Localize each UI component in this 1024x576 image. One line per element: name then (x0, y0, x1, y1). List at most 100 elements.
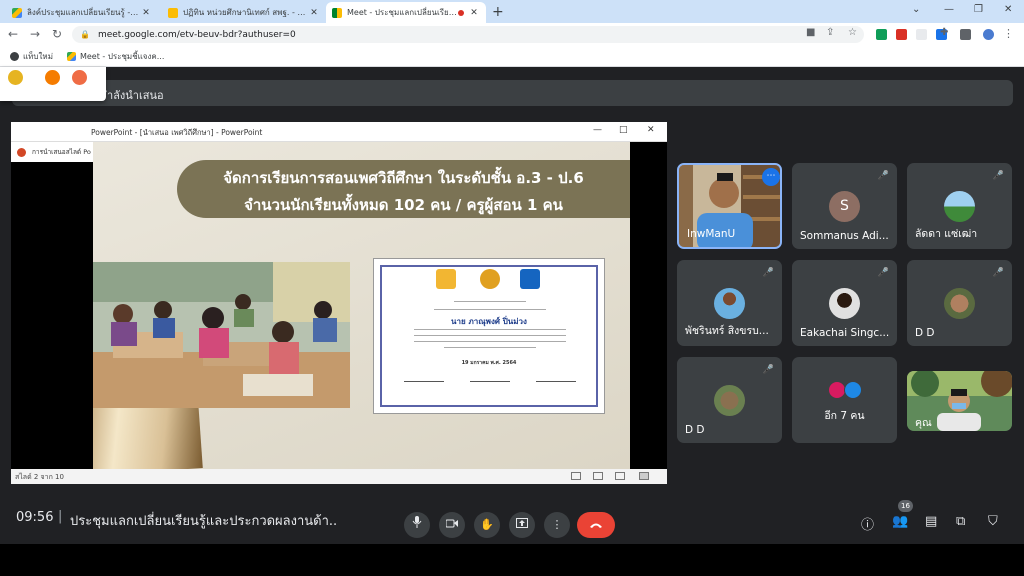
close-icon[interactable]: ✕ (647, 125, 655, 135)
maximize-icon[interactable]: □ (619, 125, 628, 135)
info-icon[interactable]: ⓘ (861, 514, 874, 533)
mic-off-icon: 🎤 (877, 171, 889, 181)
tab-calendar[interactable]: ปฏิทิน หน่วยศึกษานิเทศก์ สพฐ. - แผ่น ✕ (162, 2, 326, 23)
classroom-photo (93, 262, 350, 408)
minimize-icon[interactable]: — (944, 4, 954, 15)
minimize-icon[interactable]: — (593, 125, 602, 135)
participant-tile[interactable]: 🎤 D D (677, 357, 782, 443)
tab-search-icon[interactable]: ⌄ (912, 4, 920, 15)
presentation-window: PowerPoint - [นำเสนอ เพศวิถีศึกษา] - Pow… (11, 122, 667, 484)
os-taskbar (0, 544, 1024, 576)
avatar: S (829, 191, 860, 222)
slide-sorter-icon[interactable] (593, 472, 603, 480)
slide-title-line2: จำนวนนักเรียนทั้งหมด 102 คน / ครูผู้สอน … (244, 196, 563, 214)
slide-title-banner: จัดการเรียนการสอนเพศวิถีศึกษา ในระดับชั้… (177, 160, 630, 218)
new-tab-button[interactable]: + (492, 4, 504, 20)
bookmark-new-tab[interactable]: แท็บใหม่ (10, 50, 53, 63)
close-icon[interactable]: ✕ (140, 8, 152, 18)
share-icon[interactable]: ⇪ (826, 27, 834, 38)
participant-tile-self[interactable]: ⋯ InwManU (677, 163, 782, 249)
more-options-button[interactable]: ⋯ (762, 168, 780, 186)
mic-icon (412, 516, 422, 528)
extension-icon[interactable] (916, 29, 927, 40)
camera-icon[interactable]: ■ (806, 27, 815, 38)
avatar (829, 288, 860, 319)
extension-icon[interactable] (45, 70, 60, 85)
thaihealth-logo (436, 269, 456, 289)
bookmark-meet[interactable]: Meet - ประชุมชี้แจงค... (66, 50, 164, 63)
bookmarks-bar: แท็บใหม่ Meet - ประชุมชี้แจงค... (0, 46, 1024, 67)
reading-view-icon[interactable] (615, 472, 625, 480)
url-text: meet.google.com/etv-beuv-bdr?authuser=0 (97, 29, 296, 40)
certificate-date: 19 มกราคม พ.ศ. 2564 (461, 360, 517, 366)
signature (536, 381, 576, 382)
chat-icon[interactable]: ▤ (925, 514, 937, 529)
more-options-button[interactable]: ⋮ (544, 512, 570, 538)
participant-count-badge: 16 (898, 500, 913, 512)
mic-off-icon: 🎤 (877, 268, 889, 278)
present-button[interactable] (509, 512, 535, 538)
present-icon (516, 518, 528, 528)
profile-avatar[interactable] (982, 28, 995, 41)
raise-hand-button[interactable]: ✋ (474, 512, 500, 538)
avatar (714, 288, 745, 319)
powerpoint-titlebar: PowerPoint - [นำเสนอ เพศวิถีศึกษา] - Pow… (11, 122, 667, 142)
powerpoint-taskbar-item[interactable]: การนำเสนอสไลด์ Po (11, 142, 94, 162)
slideshow-icon[interactable] (639, 472, 649, 480)
mic-off-icon: 🎤 (762, 365, 774, 375)
extension-icon[interactable] (72, 70, 87, 85)
close-icon[interactable]: ✕ (308, 8, 320, 18)
camera-button[interactable] (439, 512, 465, 538)
seal-logo (480, 269, 500, 289)
certificate: นาย ภาณุพงศ์ ปิ่นม่วง 19 มกราคม พ.ศ. 256… (373, 258, 605, 414)
people-icon[interactable]: 👥 (892, 514, 908, 529)
recording-icon (458, 9, 464, 16)
avatar (944, 191, 975, 222)
hang-up-icon (590, 523, 602, 528)
puzzle-icon[interactable]: ✚ (940, 27, 948, 38)
activities-icon[interactable]: ⧉ (956, 514, 965, 529)
back-icon[interactable]: ← (8, 27, 18, 41)
drive-icon (12, 7, 22, 18)
reload-icon[interactable]: ↻ (52, 27, 62, 41)
normal-view-icon[interactable] (571, 472, 581, 480)
end-call-button[interactable] (577, 512, 615, 538)
drive-icon (66, 51, 76, 61)
address-bar[interactable]: 🔒 meet.google.com/etv-beuv-bdr?authuser=… (72, 26, 864, 43)
sidebar-icon[interactable] (960, 29, 971, 40)
browser-toolbar: ← → ↻ 🔒 meet.google.com/etv-beuv-bdr?aut… (0, 23, 1024, 46)
pdf-extension-icon[interactable] (896, 29, 907, 40)
participant-tile[interactable]: 🎤 Eakachai Singc... (792, 260, 897, 346)
meeting-controls-bar: 09:56 | ประชุมแลกเปลี่ยนเรียนรู้และประกว… (0, 496, 1024, 544)
mic-off-icon: 🎤 (992, 171, 1004, 181)
lock-icon: 🔒 (80, 30, 90, 39)
mic-off-icon: 🎤 (762, 268, 774, 278)
microphone-button[interactable] (404, 512, 430, 538)
avatar (944, 288, 975, 319)
classroom-photo-graphic (93, 262, 350, 408)
extension-popup (0, 67, 106, 101)
host-controls-icon[interactable]: ⛉ (988, 514, 998, 529)
screen: ลิงค์ประชุมแลกเปลี่ยนเรียนรู้ - Google ✕… (0, 0, 1024, 576)
presenting-banner: ำลังนำเสนอ (12, 80, 1013, 106)
close-icon[interactable]: ✕ (468, 8, 480, 18)
participant-tile[interactable]: 🎤 D D (907, 260, 1012, 346)
tab-google-drive[interactable]: ลิงค์ประชุมแลกเปลี่ยนเรียนรู้ - Google ✕ (6, 2, 158, 23)
more-participants-tile[interactable]: อีก 7 คน (792, 357, 897, 443)
tab-meet[interactable]: Meet - ประชุมแลกเปลี่ยนเรียนรู้ ✕ (326, 2, 486, 23)
clock: 09:56 (16, 510, 54, 525)
maximize-icon[interactable]: ❐ (974, 4, 983, 15)
signature (404, 381, 444, 382)
participant-tile[interactable]: 🎤 S Sommanus Adi... (792, 163, 897, 249)
participant-tile-you[interactable]: คุณ (907, 371, 1012, 431)
close-window-icon[interactable]: ✕ (1004, 4, 1012, 15)
forward-icon[interactable]: → (30, 27, 40, 41)
extension-icon[interactable] (876, 29, 887, 40)
menu-icon[interactable]: ⋮ (1003, 27, 1014, 40)
signature (470, 381, 510, 382)
participant-tile[interactable]: 🎤 พัชรินทร์ สิงขรบ... (677, 260, 782, 346)
slide: จัดการเรียนการสอนเพศวิถีศึกษา ในระดับชั้… (93, 142, 630, 469)
extension-icon[interactable] (8, 70, 23, 85)
participant-tile[interactable]: 🎤 ลัดดา แซ่เฒ่า (907, 163, 1012, 249)
star-icon[interactable]: ☆ (848, 27, 857, 38)
